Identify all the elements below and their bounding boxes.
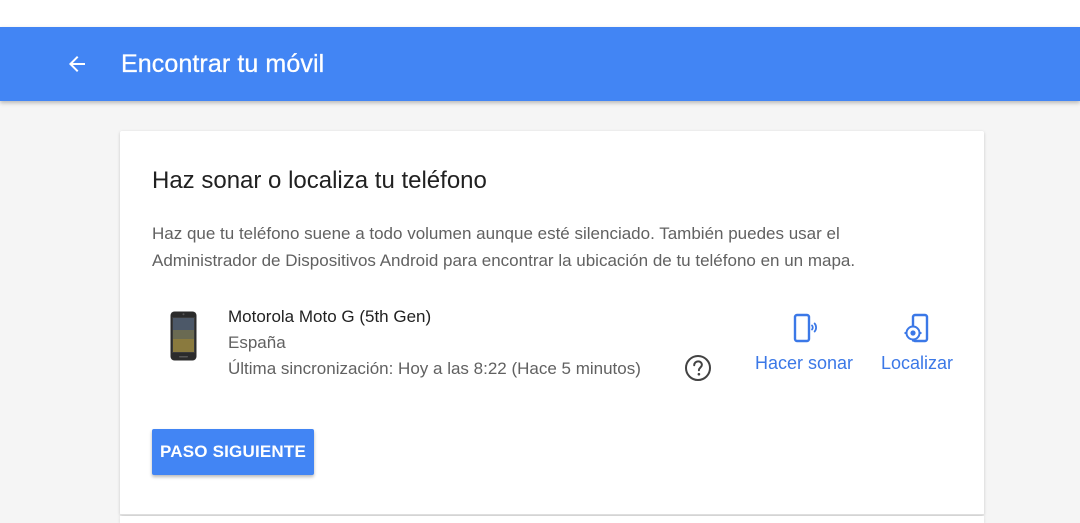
browser-top-strip [0,0,1080,27]
ring-action[interactable]: Hacer sonar [752,313,856,375]
card-divider [120,514,984,515]
device-row: Motorola Moto G (5th Gen) España Última … [152,303,953,383]
next-step-button[interactable]: PASO SIGUIENTE [152,429,314,475]
phone-device-icon [170,311,197,361]
page-title: Encontrar tu móvil [121,50,325,78]
card-description: Haz que tu teléfono suene a todo volumen… [152,224,856,270]
phone-locate-icon [904,313,929,343]
back-button[interactable] [60,48,94,80]
next-card-edge [120,516,984,523]
question-circle-icon[interactable] [684,354,712,382]
locate-action-label: Localizar [880,353,954,373]
ring-locate-card: Haz sonar o localiza tu teléfono Haz que… [120,131,984,515]
card-title: Haz sonar o localiza tu teléfono [152,167,487,194]
arrow-left-icon [69,56,85,72]
ring-action-label: Hacer sonar [754,353,854,373]
device-last-sync: Última sincronización: Hoy a las 8:22 (H… [228,359,641,378]
device-name: Motorola Moto G (5th Gen) [228,307,432,326]
app-bar: Encontrar tu móvil [0,27,1080,101]
locate-action[interactable]: Localizar [874,313,960,375]
phone-ring-icon [793,313,817,343]
device-country: España [228,333,286,352]
